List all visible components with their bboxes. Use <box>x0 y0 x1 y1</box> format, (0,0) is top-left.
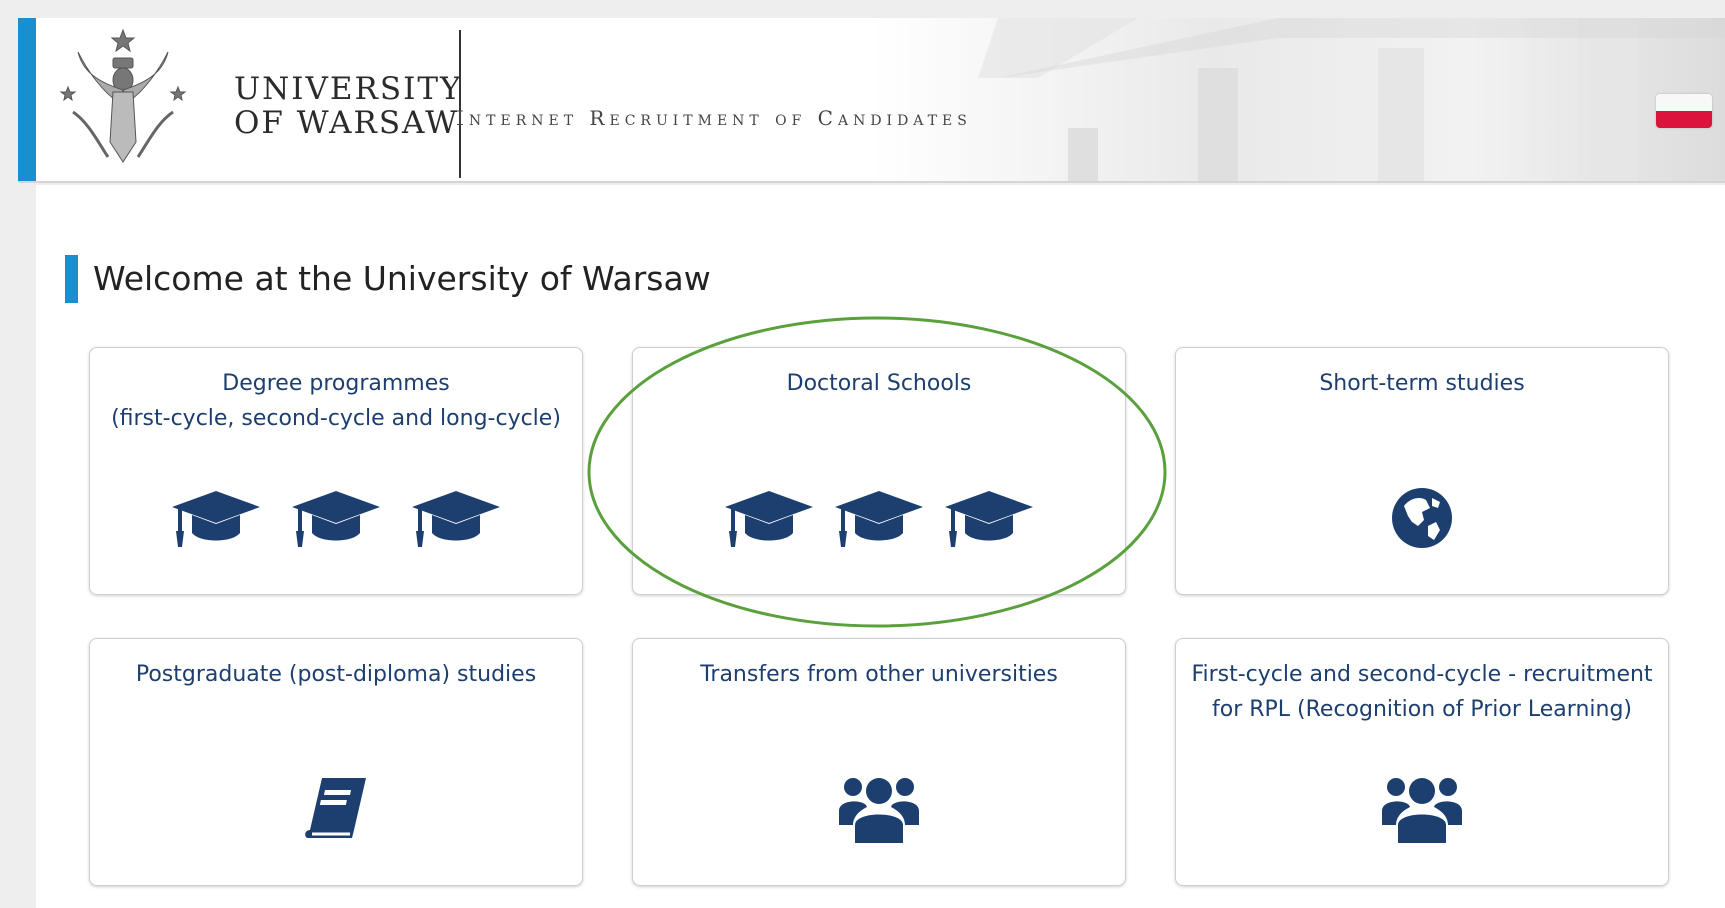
site-header: UNIVERSITY OF WARSAW Internet Recruitmen… <box>18 18 1725 183</box>
card-postgraduate-studies[interactable]: Postgraduate (post-diploma) studies <box>89 638 583 886</box>
card-label: First-cycle and second-cycle - recruitme… <box>1191 662 1653 722</box>
page-title: Welcome at the University of Warsaw <box>93 259 711 298</box>
heading-accent-bar <box>65 255 78 303</box>
graduation-cap-icon <box>172 491 260 547</box>
header-title: Internet Recruitment of Candidates <box>456 106 972 130</box>
graduation-cap-icon <box>725 491 813 547</box>
graduation-cap-icon <box>835 491 923 547</box>
logo-line-2: OF WARSAW <box>234 105 460 141</box>
globe-icon <box>1392 488 1452 548</box>
card-label: Degree programmes (first-cycle, second-c… <box>111 371 561 431</box>
card-rpl-recruitment[interactable]: First-cycle and second-cycle - recruitme… <box>1175 638 1669 886</box>
users-icon <box>839 778 919 843</box>
graduation-cap-icon <box>412 491 500 547</box>
card-label: Transfers from other universities <box>700 662 1058 687</box>
card-transfers[interactable]: Transfers from other universities <box>632 638 1126 886</box>
card-icons <box>90 769 582 849</box>
card-icons <box>1176 478 1668 558</box>
polish-flag-icon[interactable] <box>1656 94 1712 128</box>
graduation-cap-icon <box>945 491 1033 547</box>
graduation-cap-icon <box>292 491 380 547</box>
card-icons <box>1176 769 1668 849</box>
card-icons <box>633 478 1125 558</box>
university-logo[interactable]: UNIVERSITY OF WARSAW <box>58 22 461 181</box>
header-accent-bar <box>18 18 36 181</box>
logo-divider <box>459 30 461 178</box>
card-label: Postgraduate (post-diploma) studies <box>135 662 537 687</box>
users-icon <box>1382 778 1462 843</box>
eagle-emblem-icon <box>59 28 187 163</box>
card-label: Short-term studies <box>1319 371 1525 396</box>
header-building-columns <box>978 18 1725 181</box>
card-icons <box>90 478 582 558</box>
main-content: Welcome at the University of Warsaw Degr… <box>36 185 1725 908</box>
book-icon <box>305 778 366 838</box>
card-doctoral-schools[interactable]: Doctoral Schools <box>632 347 1126 595</box>
card-degree-programmes[interactable]: Degree programmes (first-cycle, second-c… <box>89 347 583 595</box>
logo-line-1: UNIVERSITY <box>234 71 463 107</box>
card-short-term-studies[interactable]: Short-term studies <box>1175 347 1669 595</box>
logo-text: UNIVERSITY OF WARSAW <box>234 72 462 140</box>
card-label: Doctoral Schools <box>786 371 972 396</box>
card-icons <box>633 769 1125 849</box>
